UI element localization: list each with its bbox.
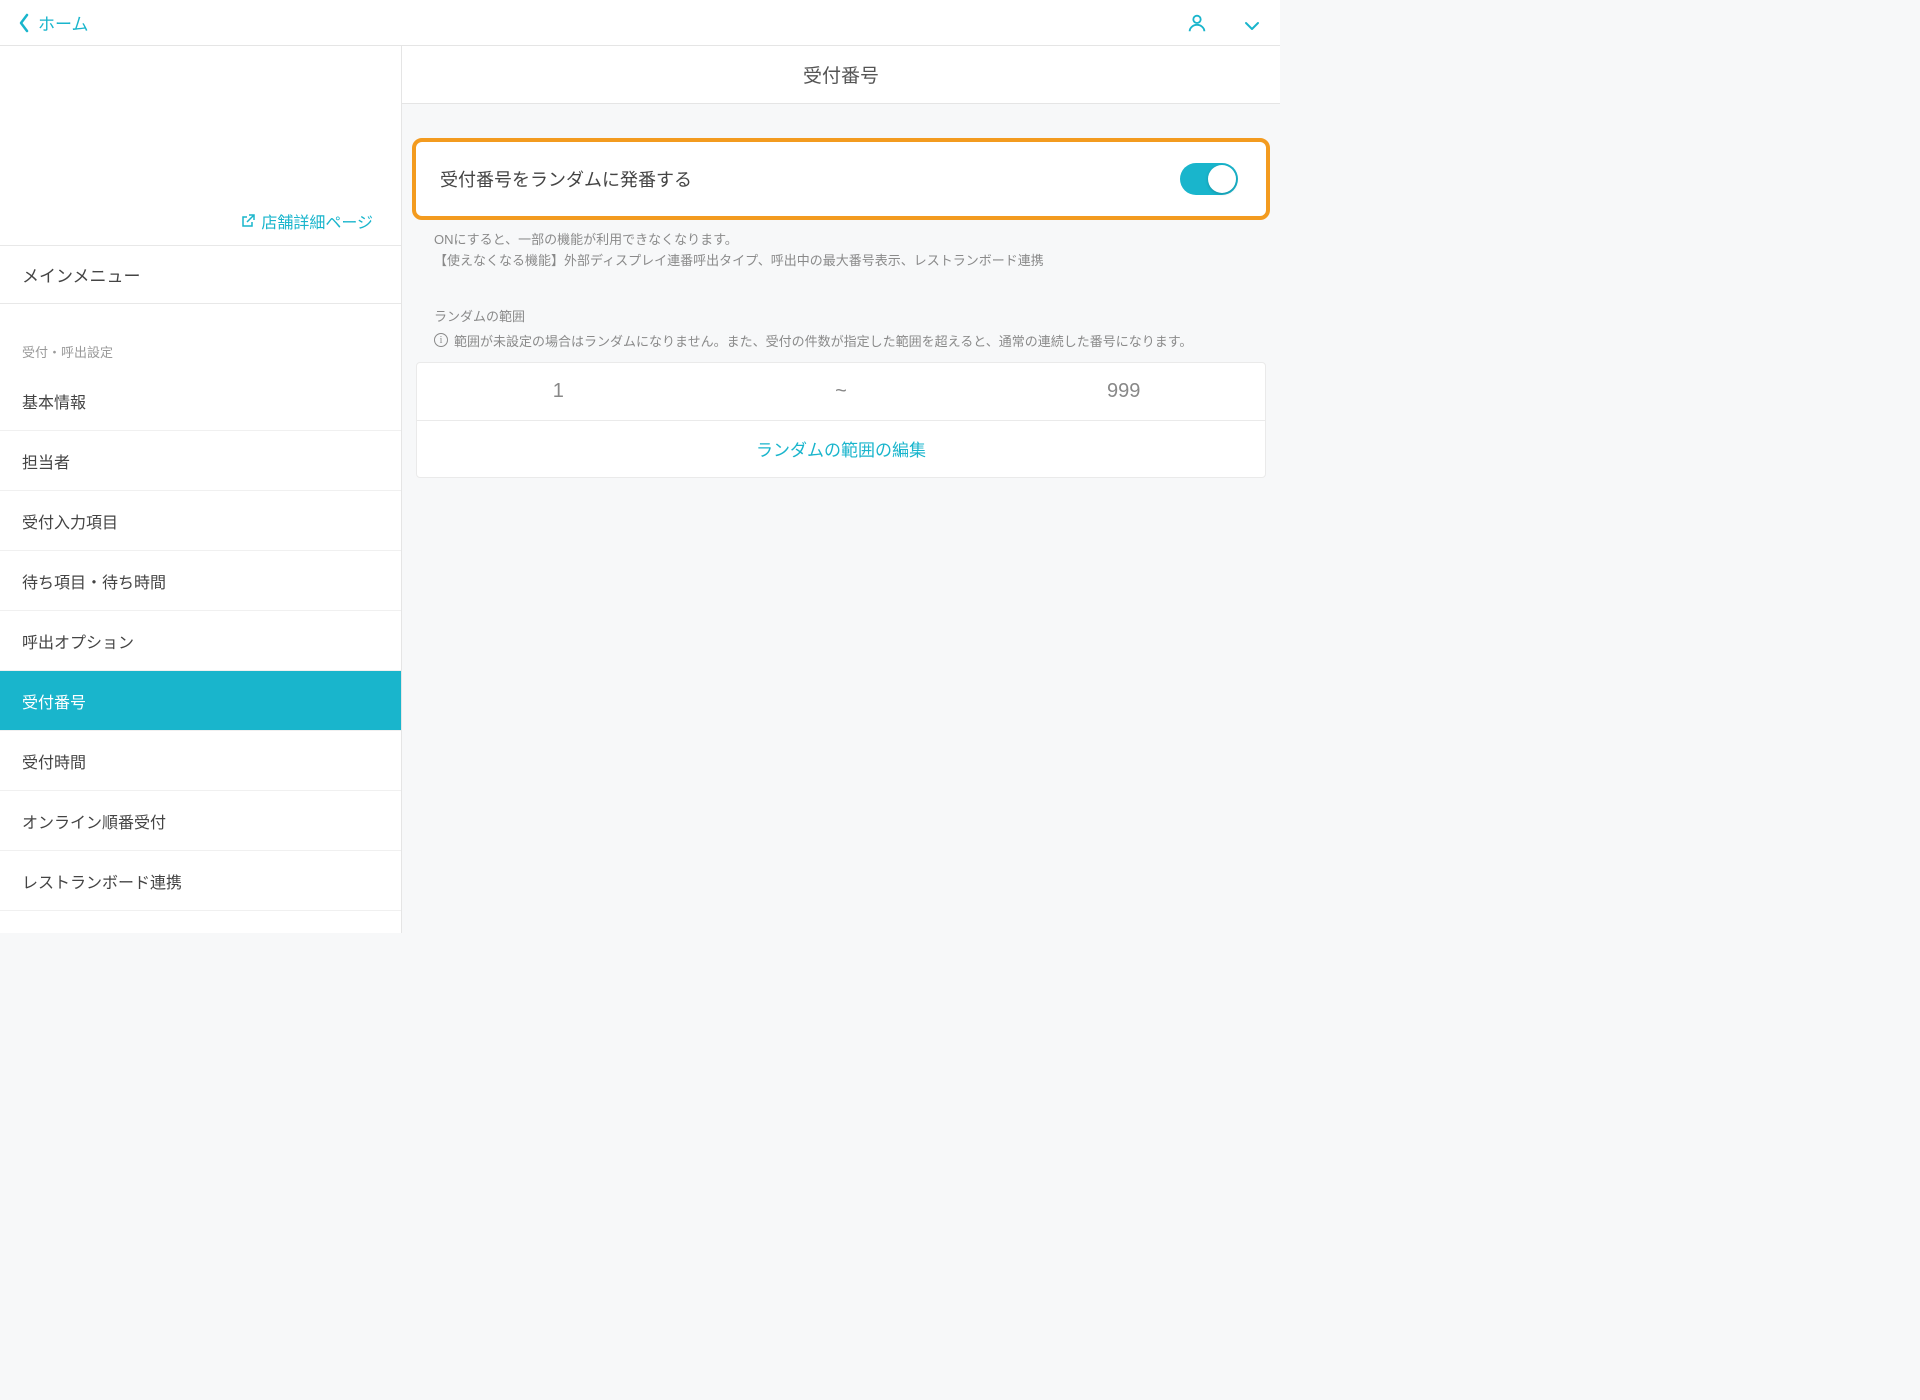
back-label: ホーム <box>38 10 89 35</box>
range-card: 1 ~ 999 ランダムの範囲の編集 <box>416 362 1266 478</box>
range-max: 999 <box>982 380 1265 403</box>
store-link-label: 店舗詳細ページ <box>261 209 373 233</box>
random-toggle-card: 受付番号をランダムに発番する <box>412 138 1270 220</box>
help-line2: 【使えなくなる機能】外部ディスプレイ連番呼出タイプ、呼出中の最大番号表示、レスト… <box>434 251 1248 272</box>
toggle-label: 受付番号をランダムに発番する <box>440 166 692 192</box>
chevron-down-icon[interactable] <box>1244 18 1260 28</box>
edit-range-button[interactable]: ランダムの範囲の編集 <box>417 421 1265 477</box>
chevron-left-icon <box>18 13 30 33</box>
main-menu-label: メインメニュー <box>22 262 141 287</box>
random-toggle[interactable] <box>1180 163 1238 195</box>
sidebar: 店舗詳細ページ メインメニュー 受付・呼出設定 基本情報 担当者 受付入力項目 … <box>0 46 402 933</box>
sidebar-item-restaurant-board[interactable]: レストランボード連携 <box>0 851 401 911</box>
range-min: 1 <box>417 380 700 403</box>
store-detail-link[interactable]: 店舗詳細ページ <box>241 209 373 233</box>
sidebar-item-reception-input[interactable]: 受付入力項目 <box>0 491 401 551</box>
info-icon: i <box>434 333 448 347</box>
sidebar-item-online-reception[interactable]: オンライン順番受付 <box>0 791 401 851</box>
header-right <box>1186 12 1260 34</box>
help-line1: ONにすると、一部の機能が利用できなくなります。 <box>434 230 1248 251</box>
main-menu-link[interactable]: メインメニュー <box>0 246 401 304</box>
sidebar-item-reception-time[interactable]: 受付時間 <box>0 731 401 791</box>
range-section-label: ランダムの範囲 <box>402 272 1280 331</box>
external-link-icon <box>241 214 255 228</box>
range-info-text: 範囲が未設定の場合はランダムになりません。また、受付の件数が指定した範囲を超える… <box>454 331 1192 350</box>
sidebar-item-staff[interactable]: 担当者 <box>0 431 401 491</box>
store-area: 店舗詳細ページ <box>0 46 401 246</box>
content: 受付番号 受付番号をランダムに発番する ONにすると、一部の機能が利用できなくな… <box>402 46 1280 933</box>
app-header: ホーム <box>0 0 1280 46</box>
sidebar-item-wait-items[interactable]: 待ち項目・待ち時間 <box>0 551 401 611</box>
range-info: i 範囲が未設定の場合はランダムになりません。また、受付の件数が指定した範囲を超… <box>402 331 1280 362</box>
sidebar-item-call-options[interactable]: 呼出オプション <box>0 611 401 671</box>
help-text: ONにすると、一部の機能が利用できなくなります。 【使えなくなる機能】外部ディス… <box>402 220 1280 272</box>
range-separator: ~ <box>700 380 983 403</box>
back-button[interactable]: ホーム <box>18 10 89 35</box>
section-label: 受付・呼出設定 <box>0 304 401 371</box>
toggle-knob <box>1208 165 1236 193</box>
sidebar-item-basic-info[interactable]: 基本情報 <box>0 371 401 431</box>
user-icon[interactable] <box>1186 12 1208 34</box>
sidebar-item-reception-number[interactable]: 受付番号 <box>0 671 401 731</box>
content-title: 受付番号 <box>402 46 1280 104</box>
range-row: 1 ~ 999 <box>417 363 1265 421</box>
